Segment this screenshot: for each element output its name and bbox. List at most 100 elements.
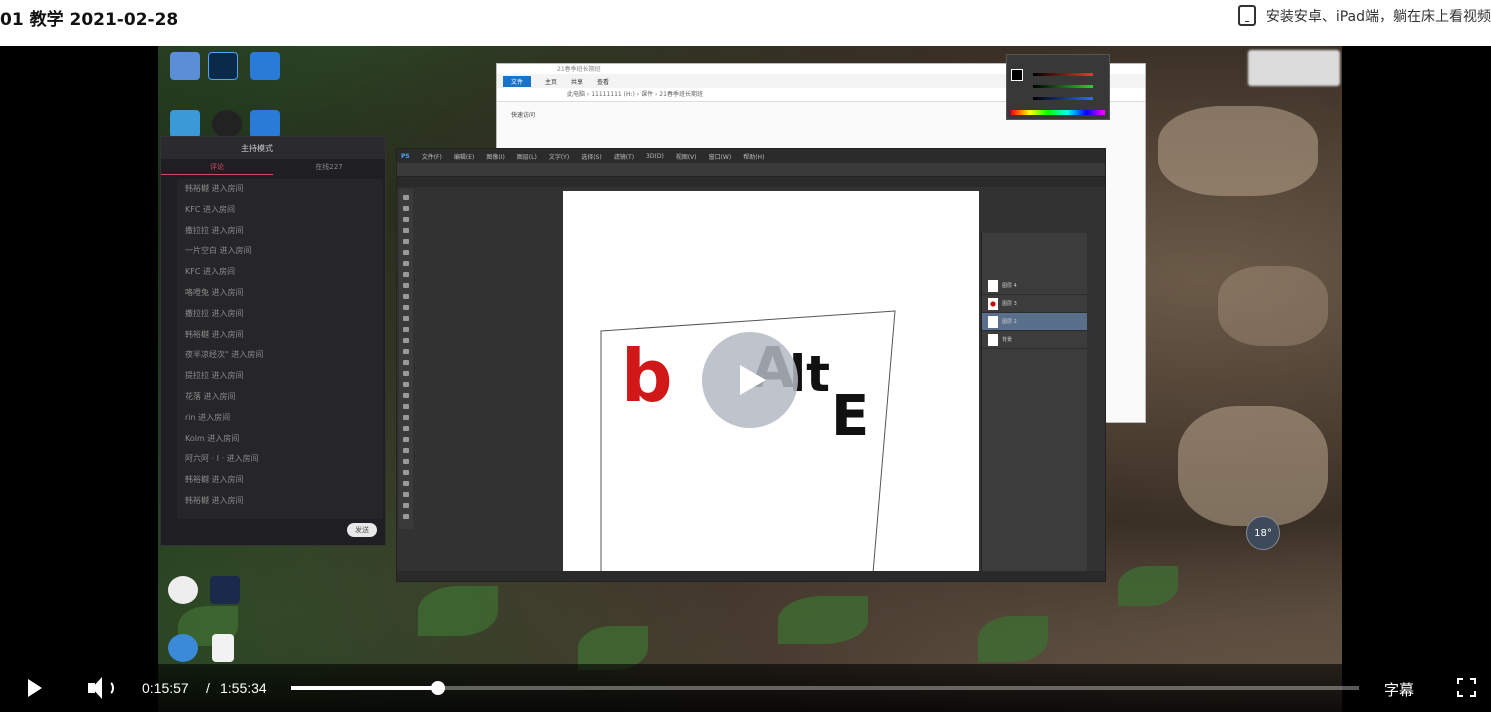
tool-icon (403, 195, 409, 200)
chat-message: 撒拉拉 进入房间 (185, 308, 244, 318)
chat-title: 主持模式 (241, 143, 273, 153)
ribbon-home: 主页 (545, 78, 558, 86)
ps-menu-item: 编辑(E) (453, 153, 475, 161)
video-player[interactable]: 主持模式 评论 在线227 韩裕樾 进入房间 KFC 进入房间 撒拉拉 进入房间… (0, 46, 1491, 712)
photoshop-options-bar (397, 163, 1105, 177)
color-ramp (1011, 110, 1105, 115)
photoshop-icon (208, 52, 238, 80)
big-play-button[interactable] (702, 332, 798, 428)
quick-access: 快速访问 (511, 112, 536, 119)
time-separator: / (206, 680, 210, 696)
ps-menu-item: PS (401, 152, 410, 160)
volume-icon[interactable] (88, 676, 116, 700)
layer-thumbnail (988, 297, 998, 310)
ribbon-share: 共享 (571, 78, 584, 86)
canvas-letter-b: b (621, 334, 673, 418)
chat-send-button: 发送 (347, 523, 377, 537)
tool-icon (403, 404, 409, 409)
shield-icon (250, 52, 280, 80)
photoshop-menu: PS 文件(F) 编辑(E) 图像(I) 图层(L) 文字(Y) 选择(S) 滤… (397, 149, 1105, 163)
layer-thumbnail (988, 315, 998, 328)
chat-message: 韩裕樾 进入房间 (185, 184, 244, 193)
chat-message: Kolm 进入房间 (185, 433, 240, 443)
chat-message: 阿六阿 · I · 进入房间 (185, 454, 259, 464)
app-download-link[interactable]: 安装安卓、iPad端，躺在床上看视频 (1237, 5, 1491, 26)
tool-icon (403, 283, 409, 288)
chat-message: 韩裕樾 进入房间 (185, 475, 244, 485)
photoshop-toolbar (399, 189, 413, 529)
tool-icon (403, 272, 409, 277)
wps-icon (250, 110, 280, 138)
chat-header: 主持模式 (161, 137, 385, 159)
fullscreen-icon[interactable] (1457, 678, 1476, 697)
tool-icon (403, 415, 409, 420)
chat-message: 韩裕樾 进入房间 (185, 495, 244, 505)
chat-message: 夜半凉经次" 进入房间 (185, 350, 264, 360)
chat-message: 韩裕樾 进入房间 (185, 329, 244, 339)
color-picker-panel (1006, 54, 1110, 120)
tool-icon (403, 228, 409, 233)
chat-message: rin 进入房间 (185, 412, 231, 422)
tool-icon (403, 492, 409, 497)
layer-name: 图层 3 (1002, 301, 1017, 307)
qq-icon (212, 110, 242, 138)
chat-window: 主持模式 评论 在线227 韩裕樾 进入房间 KFC 进入房间 撒拉拉 进入房间… (160, 136, 386, 546)
layer-name: 背景 (1002, 337, 1013, 343)
background-leaf (418, 586, 498, 636)
tool-icon (403, 349, 409, 354)
tool-icon (403, 481, 409, 486)
ps-menu-item: 帮助(H) (743, 153, 765, 161)
blue-slider (1033, 97, 1093, 100)
chat-message: 咯噔兔 进入房间 (185, 287, 244, 297)
chat-message: 提拉拉 进入房间 (185, 371, 244, 381)
tool-icon (403, 327, 409, 332)
chat-message: 一片空白 进入房间 (185, 246, 252, 256)
layer-row: 图层 3 (982, 295, 1087, 313)
tool-icon (403, 305, 409, 310)
tool-icon (403, 426, 409, 431)
chat-message: KFC 进入房间 (185, 267, 235, 277)
canvas-letter-e: E (831, 384, 869, 449)
zoom-icon (168, 576, 198, 604)
background-fur (1218, 266, 1328, 346)
background-fur (1178, 406, 1328, 526)
desktop-computer-icon (170, 52, 200, 80)
app-promo-text: 安装安卓、iPad端，躺在床上看视频 (1265, 8, 1491, 25)
tool-icon (403, 448, 409, 453)
ps-menu-item: 图层(L) (516, 153, 537, 161)
progress-handle[interactable] (431, 681, 446, 695)
ps-menu-item: 3D(D) (646, 152, 664, 160)
tool-icon (403, 503, 409, 508)
cloud-icon (170, 110, 200, 138)
duration: 1:55:34 (220, 680, 267, 696)
browser-icon (168, 634, 198, 662)
ps-menu-item: 视图(V) (675, 153, 697, 161)
ribbon-file: 文件 (503, 75, 532, 87)
tablet-icon (1237, 5, 1256, 26)
layer-thumbnail (988, 279, 998, 292)
tool-icon (403, 393, 409, 398)
chat-message-list: 韩裕樾 进入房间 KFC 进入房间 撒拉拉 进入房间 一片空白 进入房间 KFC… (177, 179, 383, 519)
tool-icon (403, 206, 409, 211)
play-icon[interactable] (22, 676, 46, 700)
chat-tabs: 评论 在线227 (161, 159, 385, 175)
subtitle-button[interactable]: 字幕 (1384, 679, 1414, 700)
weather-widget: 18° (1246, 516, 1280, 550)
app-icon (210, 576, 240, 604)
background-leaf (978, 616, 1048, 662)
tool-icon (403, 316, 409, 321)
foreground-color-swatch (1011, 69, 1023, 81)
ps-menu-item: 文件(F) (421, 153, 442, 161)
background-fur (1158, 106, 1318, 196)
chat-tab-online: 在线227 (315, 163, 343, 171)
layer-thumbnail (988, 333, 998, 346)
top-bar: 01 教学 2021-02-28 安装安卓、iPad端，躺在床上看视频 (0, 0, 1491, 46)
page-title: 01 教学 2021-02-28 (0, 10, 179, 30)
ps-menu-item: 选择(S) (581, 153, 602, 161)
layer-name: 图层 2 (1002, 319, 1017, 325)
chat-message: 花落 进入房间 (185, 391, 236, 401)
layer-row: 图层 4 (982, 277, 1087, 295)
progress-bar[interactable] (291, 681, 1359, 695)
green-slider (1033, 85, 1093, 88)
tool-icon (403, 371, 409, 376)
